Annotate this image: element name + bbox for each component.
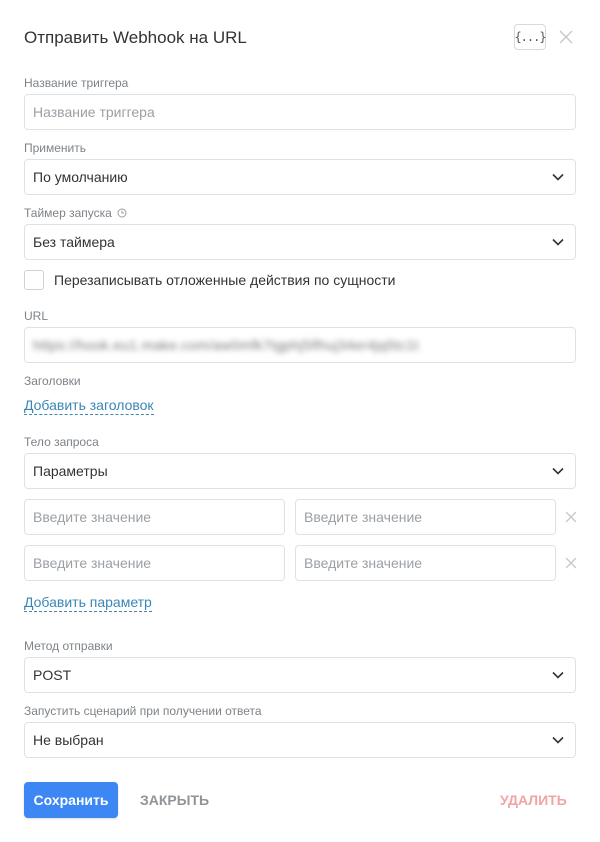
timer-label: Таймер запуска	[24, 206, 127, 220]
remove-param-icon[interactable]	[564, 510, 578, 524]
param-key-input[interactable]	[24, 499, 285, 535]
code-view-button[interactable]: {...}	[514, 24, 547, 50]
run-scenario-value: Не выбран	[33, 732, 104, 748]
run-scenario-select[interactable]: Не выбран	[24, 722, 576, 758]
timer-select[interactable]: Без таймера	[24, 224, 576, 260]
overwrite-checkbox[interactable]	[24, 270, 44, 290]
chevron-down-icon	[552, 173, 564, 181]
url-label: URL	[24, 309, 49, 323]
body-type-select[interactable]: Параметры	[24, 453, 576, 489]
chevron-down-icon	[552, 467, 564, 475]
webhook-dialog: Отправить Webhook на URL {...} Название …	[0, 0, 600, 842]
body-label: Тело запроса	[24, 435, 99, 449]
apply-select-value: По умолчанию	[33, 169, 128, 185]
apply-select[interactable]: По умолчанию	[24, 159, 576, 195]
remove-param-icon[interactable]	[564, 556, 578, 570]
dialog-title: Отправить Webhook на URL	[24, 28, 247, 47]
timer-select-value: Без таймера	[33, 234, 115, 250]
chevron-down-icon	[552, 238, 564, 246]
method-select[interactable]: POST	[24, 657, 576, 693]
run-scenario-label: Запустить сценарий при получении ответа	[24, 704, 262, 718]
headers-label: Заголовки	[24, 374, 81, 388]
close-icon[interactable]	[557, 28, 575, 46]
param-value-input[interactable]	[295, 499, 556, 535]
method-select-value: POST	[33, 667, 72, 683]
param-key-input[interactable]	[24, 545, 285, 581]
chevron-down-icon	[552, 736, 564, 744]
chevron-down-icon	[552, 671, 564, 679]
apply-label: Применить	[24, 141, 87, 155]
add-param-link[interactable]: Добавить параметр	[24, 594, 152, 612]
trigger-name-input[interactable]	[24, 94, 576, 130]
body-type-value: Параметры	[33, 463, 108, 479]
trigger-name-label: Название триггера	[24, 76, 129, 90]
close-button[interactable]: ЗАКРЫТЬ	[140, 792, 209, 808]
save-button[interactable]: Сохранить	[24, 782, 118, 818]
overwrite-checkbox-label[interactable]: Перезаписывать отложенные действия по су…	[54, 272, 395, 288]
clock-icon	[117, 208, 127, 218]
param-value-input[interactable]	[295, 545, 556, 581]
url-value: https://hook.eu1.make.com/aw0mfk7tgphj5l…	[33, 337, 419, 353]
timer-label-text: Таймер запуска	[24, 206, 112, 220]
url-input[interactable]: https://hook.eu1.make.com/aw0mfk7tgphj5l…	[24, 327, 576, 363]
delete-button[interactable]: УДАЛИТЬ	[500, 792, 567, 808]
method-label: Метод отправки	[24, 639, 113, 653]
add-header-link[interactable]: Добавить заголовок	[24, 397, 154, 415]
